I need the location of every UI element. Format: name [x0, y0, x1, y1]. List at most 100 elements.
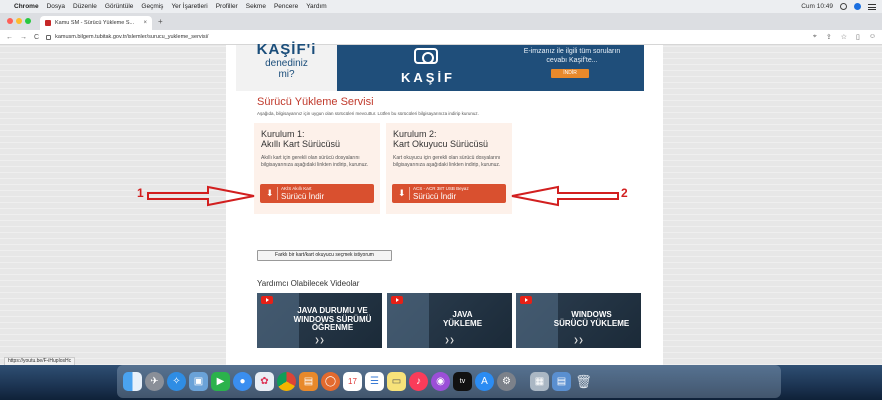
toolbar-actions: ⌖ ⇪ ☆ ▯ ☺ [813, 33, 876, 41]
notes-icon[interactable]: ▭ [387, 372, 406, 391]
menu-yardim[interactable]: Yardım [306, 3, 326, 10]
screenshot-folder-icon[interactable]: ▦ [530, 372, 549, 391]
control-center-icon[interactable] [868, 3, 876, 10]
bookmark-star-icon[interactable]: ☆ [841, 33, 847, 41]
reminders-icon[interactable]: ☰ [365, 372, 384, 391]
banner-download-button[interactable]: İNDİR [551, 69, 589, 78]
videos-section-title: Yardımcı Olabilecek Videolar [257, 279, 360, 288]
lock-icon[interactable] [46, 34, 52, 40]
menu-dosya[interactable]: Dosya [47, 3, 65, 10]
active-tab[interactable]: Kamu SM - Sürücü Yükleme S... × [40, 16, 152, 30]
downloads-icon[interactable]: ▤ [552, 372, 571, 391]
address-bar[interactable]: kamusm.bilgem.tubitak.gov.tr/islemler/su… [46, 32, 805, 43]
card-driver-name: Kart Okuyucu Sürücüsü [393, 139, 489, 149]
card-heading: Kurulum 2: Kart Okuyucu Sürücüsü [393, 129, 488, 149]
music-icon[interactable]: ♪ [409, 372, 428, 391]
preview-icon[interactable]: ▣ [189, 372, 208, 391]
close-window-icon[interactable] [7, 18, 13, 24]
banner-question-line2: denediniz [265, 58, 308, 69]
video-title-line3: ÖĞRENME [311, 323, 354, 332]
new-tab-button[interactable]: + [158, 17, 163, 26]
kasif-eye-logo-icon [414, 48, 438, 64]
cortana-icon[interactable]: ◯ [321, 372, 340, 391]
video-title: JAVA YÜKLEME [417, 310, 508, 328]
annotation-label-1: 1 [137, 186, 144, 200]
button-label: Sürücü İndir [281, 192, 325, 201]
button-label: Sürücü İndir [413, 192, 457, 201]
kasif-logo-text: KAŞİF [401, 70, 455, 85]
trash-icon[interactable]: 🗑 [574, 372, 593, 391]
close-tab-icon[interactable]: × [143, 20, 147, 26]
reload-icon[interactable]: C [34, 34, 39, 41]
profile-icon[interactable]: ☺ [869, 33, 876, 41]
chrome-icon[interactable] [277, 372, 296, 391]
facetime-icon[interactable]: ▶ [211, 372, 230, 391]
appstore-icon[interactable]: A [475, 372, 494, 391]
annotation-arrow-left-icon [511, 185, 619, 207]
menu-duzenle[interactable]: Düzenle [73, 3, 97, 10]
menu-profiller[interactable]: Profiller [216, 3, 238, 10]
youtube-play-icon [261, 296, 273, 304]
download-arrow-icon: ⬇ [266, 188, 274, 198]
video-thumbnail-java-install[interactable]: JAVA YÜKLEME ❯❯ [387, 293, 512, 348]
calendar-icon[interactable]: 17 [343, 372, 362, 391]
banner-promo-text: E-imzanız ile ilgili tüm soruların cevab… [523, 48, 621, 64]
menu-gecmis[interactable]: Geçmiş [141, 3, 163, 10]
spotlight-icon[interactable] [840, 3, 847, 10]
annotation-arrow-right-icon [147, 185, 255, 207]
menu-pencere[interactable]: Pencere [274, 3, 298, 10]
back-icon[interactable]: ← [6, 34, 13, 41]
video-title: JAVA DURUMU VE WINDOWS SÜRÜMÜ ÖĞRENME [287, 306, 378, 333]
podcasts-icon[interactable]: ◉ [431, 372, 450, 391]
siri-icon[interactable] [854, 3, 861, 10]
banner-question-line3: mi? [278, 69, 295, 80]
macos-dock: ✈ ✧ ▣ ▶ ● ✿ ▤ ◯ 17 ☰ ▭ ♪ ◉ tv A ⚙ ▦ ▤ 🗑 [117, 365, 781, 398]
youtube-play-icon [391, 296, 403, 304]
install-card-2: Kurulum 2: Kart Okuyucu Sürücüsü Kart ok… [386, 123, 512, 214]
video-thumbnail-java-windows[interactable]: JAVA DURUMU VE WINDOWS SÜRÜMÜ ÖĞRENME ❯❯ [257, 293, 382, 348]
menu-chrome[interactable]: Chrome [14, 3, 39, 10]
install-card-1: Kurulum 1: Akıllı Kart Sürücüsü Akıllı k… [254, 123, 380, 214]
chevron-down-icon: ❯❯ [573, 338, 584, 344]
system-preferences-icon[interactable]: ⚙ [497, 372, 516, 391]
messages-icon[interactable]: ● [233, 372, 252, 391]
safari-icon[interactable]: ✧ [167, 372, 186, 391]
banner-kasif-title: KAŞİF'i [256, 41, 317, 58]
browser-tab-strip: Kamu SM - Sürücü Yükleme S... × + [0, 13, 882, 30]
card-instructions: Akıllı kart için gerekli olan sürücü dos… [261, 155, 369, 168]
video-title-line2: SÜRÜCÜ YÜKLEME [553, 318, 630, 328]
video-title: WINDOWS SÜRÜCÜ YÜKLEME [546, 310, 637, 328]
location-icon[interactable]: ⌖ [813, 33, 817, 41]
video-thumbnail-driver-install[interactable]: WINDOWS SÜRÜCÜ YÜKLEME ❯❯ [516, 293, 641, 348]
photos-icon[interactable]: ✿ [255, 372, 274, 391]
sidebar-icon[interactable]: ▯ [856, 33, 860, 41]
kasif-banner[interactable]: KAŞİF'i denediniz mi? KAŞİF E-imzanız il… [236, 41, 644, 91]
card-step-label: Kurulum 2: [393, 129, 437, 139]
choose-different-card-button[interactable]: Farklı bir kart/kart okuyucu seçmek isti… [257, 250, 392, 261]
finder-icon[interactable] [123, 372, 142, 391]
minimize-window-icon[interactable] [16, 18, 22, 24]
books-icon[interactable]: ▤ [299, 372, 318, 391]
web-viewport: KAŞİF'i denediniz mi? KAŞİF E-imzanız il… [0, 41, 882, 365]
menu-goruntule[interactable]: Görüntüle [105, 3, 134, 10]
menubar-clock[interactable]: Cum 10:49 [801, 3, 833, 10]
card-reader-driver-download-button[interactable]: ⬇ ACS - ACR 38T USB Beyaz Sürücü İndir [392, 184, 506, 203]
address-url[interactable]: kamusm.bilgem.tubitak.gov.tr/islemler/su… [55, 34, 208, 40]
appletv-icon[interactable]: tv [453, 372, 472, 391]
chevron-down-icon: ❯❯ [444, 338, 455, 344]
forward-icon[interactable]: → [20, 34, 27, 41]
menu-yer-isaretleri[interactable]: Yer İşaretleri [171, 3, 207, 10]
zoom-window-icon[interactable] [25, 18, 31, 24]
share-icon[interactable]: ⇪ [826, 33, 832, 41]
menu-sekme[interactable]: Sekme [246, 3, 266, 10]
menubar-status-area: Cum 10:49 [801, 3, 876, 10]
video-title-line2: YÜKLEME [442, 318, 483, 328]
card-step-label: Kurulum 1: [261, 129, 305, 139]
smart-card-driver-download-button[interactable]: ⬇ AKİS Akıllı Kart Sürücü İndir [260, 184, 374, 203]
kasif-banner-left: KAŞİF'i denediniz mi? [236, 41, 337, 91]
tab-title: Kamu SM - Sürücü Yükleme S... [55, 20, 135, 26]
launchpad-icon[interactable]: ✈ [145, 372, 164, 391]
card-heading: Kurulum 1: Akıllı Kart Sürücüsü [261, 129, 340, 149]
macos-menu-bar: Chrome Dosya Düzenle Görüntüle Geçmiş Ye… [0, 0, 882, 13]
youtube-play-icon [520, 296, 532, 304]
